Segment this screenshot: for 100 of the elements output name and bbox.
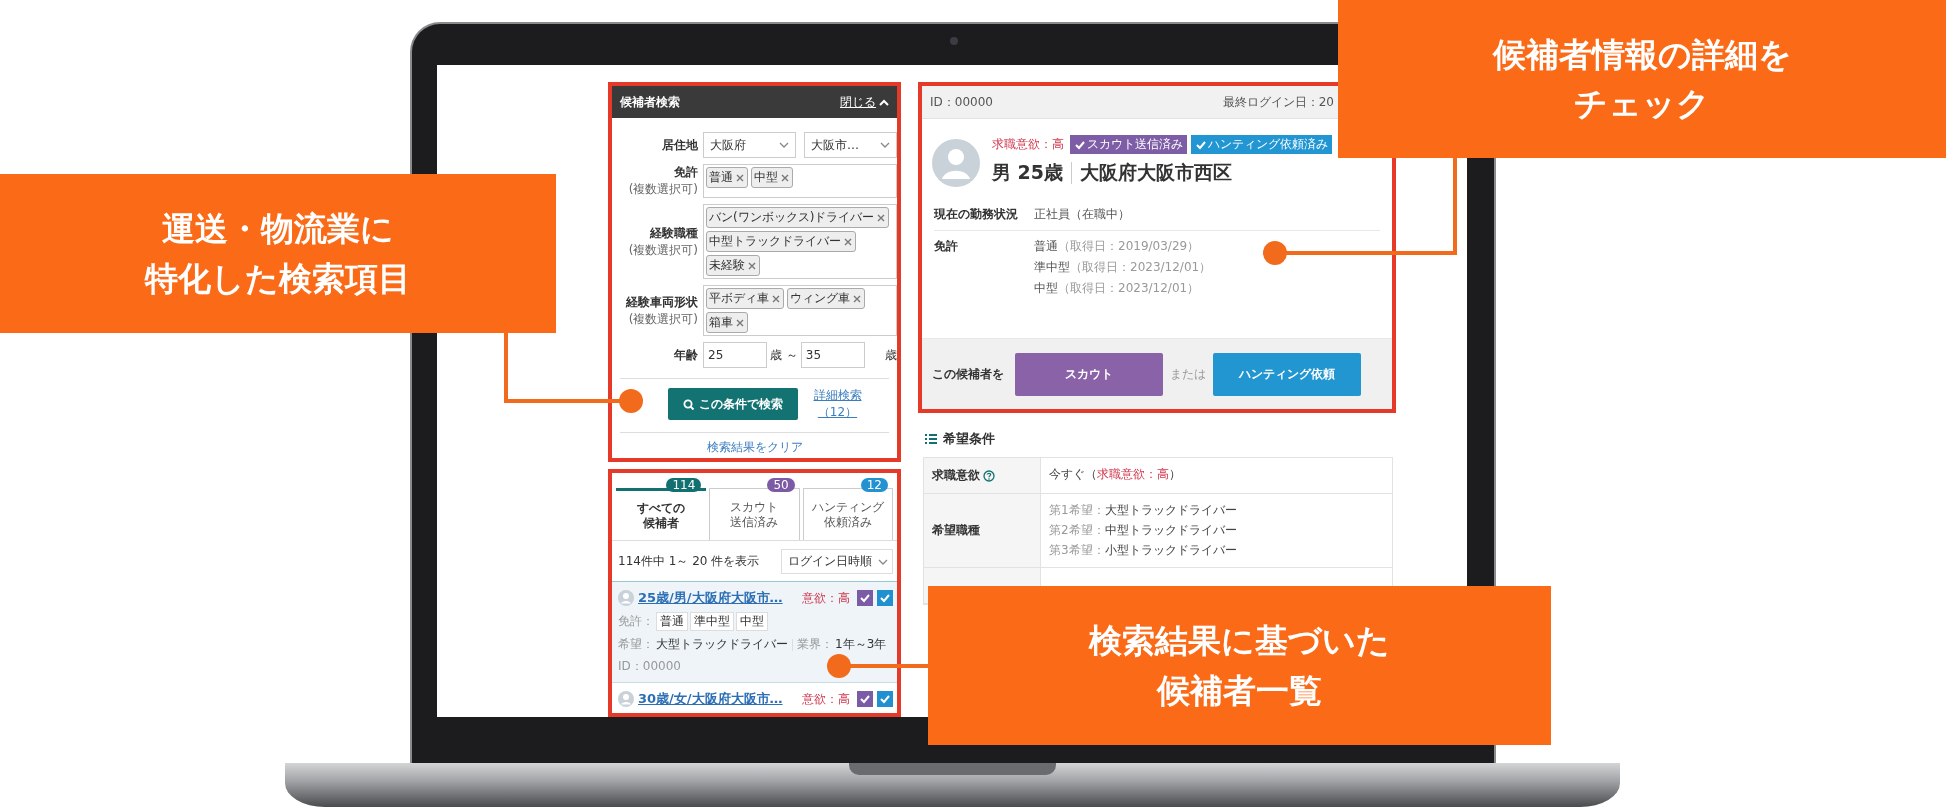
tag-chip[interactable]: バン(ワンボックス)ドライバー: [706, 207, 890, 228]
hunting-checkbox[interactable]: [877, 590, 893, 606]
candidate-row[interactable]: 25歳/男/大阪府大阪市… 意欲：高 免許： 普通 準中型 中型 希望： 大型トラックドライバー 業界： 1年～3年 ID：00000: [612, 581, 897, 682]
chevron-down-icon: [880, 142, 890, 148]
select-field[interactable]: 大阪市…: [804, 132, 897, 158]
clear-link[interactable]: 検索結果をクリア: [706, 439, 803, 456]
field-value: 第1希望：大型トラックドライバー: [1049, 502, 1238, 519]
field-label: 免許：: [618, 613, 654, 630]
tab[interactable]: スカウト 送信済み: [709, 488, 800, 540]
tag-chip[interactable]: 中型トラックドライバー: [706, 231, 856, 252]
input-field[interactable]: 35: [800, 342, 865, 368]
result-count: 114件中 1～ 20 件を表示: [618, 553, 760, 570]
tag-chip[interactable]: 未経験: [706, 255, 760, 276]
remove-icon: [735, 317, 745, 328]
select-field[interactable]: 大阪府: [703, 132, 796, 158]
action-label: この候補者を: [932, 365, 1004, 383]
field-label: 希望：: [618, 636, 654, 653]
field-label: 経験職種: [650, 224, 698, 242]
help-icon: [983, 469, 995, 482]
remove-icon: [780, 172, 790, 183]
unit-label: 歳: [885, 346, 897, 364]
avatar-icon: [618, 691, 634, 707]
check-icon: [879, 693, 891, 705]
license-tag: 中型: [736, 612, 768, 631]
camera-dot: [950, 37, 958, 45]
candidate-row[interactable]: 30歳/女/大阪府大阪市… 意欲：高: [612, 682, 897, 713]
field-label: 求職意欲: [932, 467, 980, 484]
tag-chip[interactable]: ウィング車: [787, 288, 865, 309]
tag-field[interactable]: 普通 中型: [703, 164, 897, 198]
unit-label: 歳 ～: [770, 346, 798, 364]
callout-text: 候補者情報の詳細を チェック: [1492, 33, 1792, 125]
field-value: 第3希望：小型トラックドライバー: [1049, 542, 1238, 559]
remove-icon: [843, 236, 853, 247]
chevron-down-icon: [878, 558, 888, 565]
input-field[interactable]: 25: [703, 342, 767, 368]
tag-chip[interactable]: 中型: [751, 167, 793, 188]
remove-icon: [747, 260, 757, 271]
field-label: 希望職種: [932, 522, 980, 539]
advanced-search-link[interactable]: 詳細検索 （12）: [813, 387, 862, 421]
license-tag: 準中型: [690, 612, 734, 631]
field-note: (複数選択可): [628, 181, 698, 198]
search-button[interactable]: この条件で検索: [667, 388, 798, 420]
count-badge: 114: [666, 478, 702, 493]
field-value: 中型（取得日：2023/12/01）: [1034, 280, 1201, 297]
field-label: 経験車両形状: [626, 293, 698, 311]
section-title: 希望条件: [943, 430, 995, 448]
list-icon: [925, 433, 937, 445]
remove-icon: [852, 293, 862, 304]
avatar-icon: [932, 139, 980, 187]
chevron-down-icon: [779, 142, 789, 148]
status-badge: スカウト送信済み: [1070, 135, 1187, 154]
motivation-label: 意欲：高: [802, 690, 850, 708]
status-badge: ハンティング依頼済み: [1191, 135, 1332, 154]
hunting-checkbox[interactable]: [877, 691, 893, 707]
candidate-location: 大阪府大阪市西区: [1080, 160, 1233, 185]
panel-title: 候補者検索: [620, 93, 680, 111]
scout-checkbox[interactable]: [857, 691, 873, 707]
check-icon: [879, 592, 891, 604]
avatar-icon: [618, 590, 634, 606]
callout-text: 検索結果に基づいた 候補者一覧: [1089, 620, 1390, 712]
tab[interactable]: ハンティング 依頼済み: [802, 488, 893, 540]
field-label: 免許: [934, 238, 959, 255]
tag-chip[interactable]: 普通: [706, 167, 748, 188]
search-icon: [682, 398, 694, 410]
field-value: 大型トラックドライバー: [656, 636, 788, 653]
candidate-id: ID：00000: [618, 658, 681, 675]
remove-icon: [735, 172, 745, 183]
field-label: 現在の勤務状況: [934, 206, 1019, 223]
count-badge: 12: [860, 478, 888, 493]
candidate-id: ID：00000: [930, 93, 993, 111]
tag-field[interactable]: バン(ワンボックス)ドライバー 中型トラックドライバー 未経験: [703, 204, 897, 279]
remove-icon: [876, 212, 887, 223]
candidate-profile: 男 25歳: [992, 160, 1064, 185]
candidate-link[interactable]: 30歳/女/大阪府大阪市…: [638, 690, 783, 708]
check-icon: [859, 592, 871, 604]
motivation-label: 意欲：高: [802, 589, 850, 607]
scout-button[interactable]: スカウト: [1015, 352, 1163, 396]
field-value: 第2希望：中型トラックドライバー: [1049, 522, 1238, 539]
scout-checkbox[interactable]: [857, 590, 873, 606]
motivation-label: 求職意欲：高: [992, 136, 1064, 153]
field-value: 普通（取得日：2019/03/29）: [1034, 238, 1201, 255]
remove-icon: [771, 293, 781, 304]
field-label: 業界：: [797, 636, 833, 653]
caret-up-icon: [879, 98, 889, 106]
tag-field[interactable]: 平ボディ車 ウィング車 箱車: [703, 285, 897, 336]
or-label: または: [1170, 365, 1206, 383]
last-login: 最終ログイン日：20: [1222, 93, 1334, 111]
field-label: 免許: [674, 164, 698, 181]
close-link[interactable]: 閉じる: [840, 93, 889, 111]
field-label: 年齢: [674, 346, 698, 364]
field-value: 準中型（取得日：2023/12/01）: [1034, 259, 1213, 276]
sort-select[interactable]: ログイン日時順: [781, 549, 893, 574]
check-icon: [859, 693, 871, 705]
tag-chip[interactable]: 箱車: [706, 312, 748, 333]
field-note: (複数選択可): [628, 310, 698, 328]
candidate-link[interactable]: 25歳/男/大阪府大阪市…: [638, 589, 783, 607]
tag-chip[interactable]: 平ボディ車: [706, 288, 784, 309]
field-value: 1年～3年: [835, 636, 887, 653]
license-tag: 普通: [656, 612, 688, 631]
field-label: 居住地: [662, 136, 698, 154]
